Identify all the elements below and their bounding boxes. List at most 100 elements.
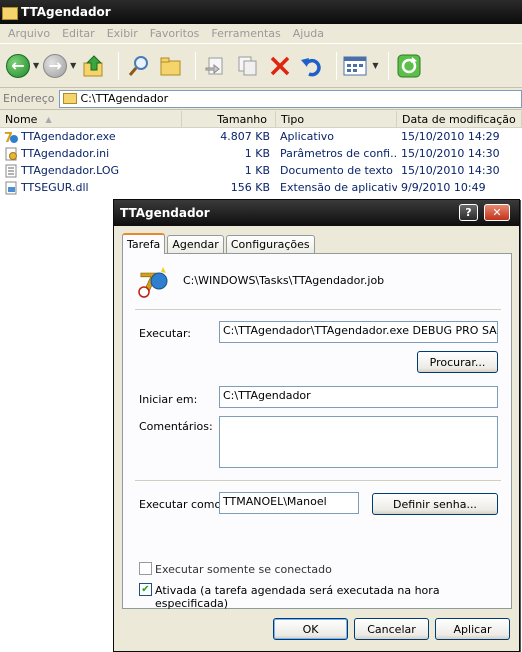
checkmark-icon: ✔ xyxy=(141,583,150,595)
dialog-title: TTAgendador xyxy=(120,206,210,220)
run-command-field[interactable]: C:\TTAgendador\TTAgendador.exe DEBUG PRO… xyxy=(219,321,498,343)
column-header-type[interactable]: Tipo xyxy=(276,111,397,128)
file-name: TTAgendador.ini xyxy=(21,147,110,160)
toolbar: ← ▼ → ▼ ▼ xyxy=(0,44,522,88)
file-name: TTSEGUR.dll xyxy=(21,181,89,194)
list-header: Nome ▲ Tamanho Tipo Data de modificação xyxy=(0,111,522,128)
folder-icon xyxy=(62,93,77,104)
copy-to-button[interactable] xyxy=(234,52,262,80)
run-as-field[interactable]: TTMANOEL\Manoel xyxy=(219,492,359,514)
tab-configuracoes[interactable]: Configurações xyxy=(225,235,315,253)
start-in-label: Iniciar em: xyxy=(139,393,198,406)
chevron-down-icon: ▼ xyxy=(70,61,77,70)
menu-arquivo[interactable]: Arquivo xyxy=(2,27,56,40)
sort-up-icon: ▲ xyxy=(45,115,52,124)
copy-to-icon xyxy=(238,56,257,75)
file-type: Documento de texto xyxy=(280,164,393,177)
file-size: 1 KB xyxy=(244,164,270,177)
up-folder-icon xyxy=(83,54,103,76)
close-icon: ✕ xyxy=(492,206,502,219)
file-type: Aplicativo xyxy=(280,130,335,143)
only-if-logged-on-checkbox[interactable] xyxy=(139,562,152,575)
column-header-size[interactable]: Tamanho xyxy=(182,111,276,128)
file-row[interactable]: TTAgendador.ini 1 KB Parâmetros de confi… xyxy=(0,145,522,162)
scheduled-task-icon: 7 xyxy=(138,267,168,299)
menu-exibir[interactable]: Exibir xyxy=(101,27,144,40)
toolbar-separator xyxy=(118,51,120,80)
file-row[interactable]: TTAgendador.LOG 1 KB Documento de texto … xyxy=(0,162,522,179)
column-header-name[interactable]: Nome ▲ xyxy=(0,111,182,128)
browse-button[interactable]: Procurar... xyxy=(417,351,498,373)
toolbar-separator xyxy=(195,51,197,80)
menu-bar: Arquivo Editar Exibir Favoritos Ferramen… xyxy=(0,24,522,44)
cancel-button[interactable]: Cancelar xyxy=(354,618,429,640)
start-in-field[interactable]: C:\TTAgendador xyxy=(219,386,498,408)
sync-button[interactable] xyxy=(395,52,423,80)
file-date: 15/10/2010 14:30 xyxy=(401,164,500,177)
folders-button[interactable] xyxy=(157,52,185,80)
undo-icon xyxy=(301,57,321,76)
move-to-button[interactable] xyxy=(202,52,230,80)
run-label: Executar: xyxy=(139,327,191,340)
column-header-date[interactable]: Data de modificação xyxy=(397,111,522,128)
text-file-icon xyxy=(5,164,17,177)
file-type: Extensão de aplicativo xyxy=(280,181,397,194)
enabled-checkbox[interactable]: ✔ xyxy=(139,583,152,596)
menu-ferramentas[interactable]: Ferramentas xyxy=(205,27,286,40)
tab-agendar[interactable]: Agendar xyxy=(167,235,224,253)
comments-field[interactable] xyxy=(219,416,498,468)
menu-favoritos[interactable]: Favoritos xyxy=(144,27,206,40)
address-label: Endereço xyxy=(3,92,55,105)
forward-arrow-icon: → xyxy=(43,53,68,78)
file-date: 15/10/2010 14:29 xyxy=(401,130,500,143)
app-icon: 7 xyxy=(4,131,18,144)
folder-icon xyxy=(2,6,18,20)
address-bar: Endereço C:\TTAgendador xyxy=(0,88,522,110)
divider xyxy=(135,309,501,310)
only-if-logged-on-label: Executar somente se conectado xyxy=(155,563,332,576)
toolbar-separator xyxy=(336,51,338,80)
dialog-tabs: Tarefa Agendar Configurações xyxy=(122,233,317,254)
delete-icon xyxy=(271,56,290,75)
file-size: 156 KB xyxy=(230,181,270,194)
chevron-down-icon: ▼ xyxy=(33,61,40,70)
run-as-label: Executar como: xyxy=(139,498,225,511)
set-password-button[interactable]: Definir senha... xyxy=(372,493,498,515)
dialog-titlebar[interactable]: TTAgendador ? ✕ xyxy=(114,200,519,226)
address-value: C:\TTAgendador xyxy=(80,92,169,105)
undo-button[interactable] xyxy=(298,52,326,80)
file-row[interactable]: TTSEGUR.dll 156 KB Extensão de aplicativ… xyxy=(0,179,522,196)
up-folder-button[interactable] xyxy=(80,52,108,80)
toolbar-separator xyxy=(388,51,390,80)
tab-tarefa[interactable]: Tarefa xyxy=(122,233,166,254)
views-icon xyxy=(343,56,367,75)
dll-file-icon xyxy=(5,181,17,194)
chevron-down-icon: ▼ xyxy=(372,61,379,70)
back-arrow-icon: ← xyxy=(6,53,30,78)
views-button[interactable]: ▼ xyxy=(343,55,378,77)
ini-file-icon xyxy=(5,147,17,160)
file-row[interactable]: 7 TTAgendador.exe 4.807 KB Aplicativo 15… xyxy=(0,128,522,145)
window-title: TTAgendador xyxy=(21,5,111,19)
close-button[interactable]: ✕ xyxy=(484,204,510,221)
help-icon: ? xyxy=(465,206,472,219)
ok-button[interactable]: OK xyxy=(273,618,348,640)
delete-button[interactable] xyxy=(266,52,294,80)
job-path: C:\WINDOWS\Tasks\TTAgendador.job xyxy=(183,274,385,287)
back-button[interactable]: ← ▼ xyxy=(6,53,40,78)
search-icon xyxy=(129,55,149,76)
file-date: 15/10/2010 14:30 xyxy=(401,147,500,160)
task-properties-dialog: TTAgendador ? ✕ Tarefa Agendar Configura… xyxy=(113,199,520,652)
tab-panel-tarefa: 7 C:\WINDOWS\Tasks\TTAgendador.job Execu… xyxy=(122,253,512,610)
file-date: 9/9/2010 10:49 xyxy=(401,181,486,194)
file-name: TTAgendador.exe xyxy=(21,130,116,143)
help-button[interactable]: ? xyxy=(459,204,478,221)
search-button[interactable] xyxy=(125,52,153,80)
apply-button[interactable]: Aplicar xyxy=(435,618,510,640)
address-field[interactable]: C:\TTAgendador xyxy=(58,89,522,108)
forward-button[interactable]: → ▼ xyxy=(43,53,77,78)
move-to-icon xyxy=(205,57,223,74)
window-titlebar[interactable]: TTAgendador xyxy=(0,0,522,24)
menu-ajuda[interactable]: Ajuda xyxy=(287,27,330,40)
menu-editar[interactable]: Editar xyxy=(56,27,101,40)
